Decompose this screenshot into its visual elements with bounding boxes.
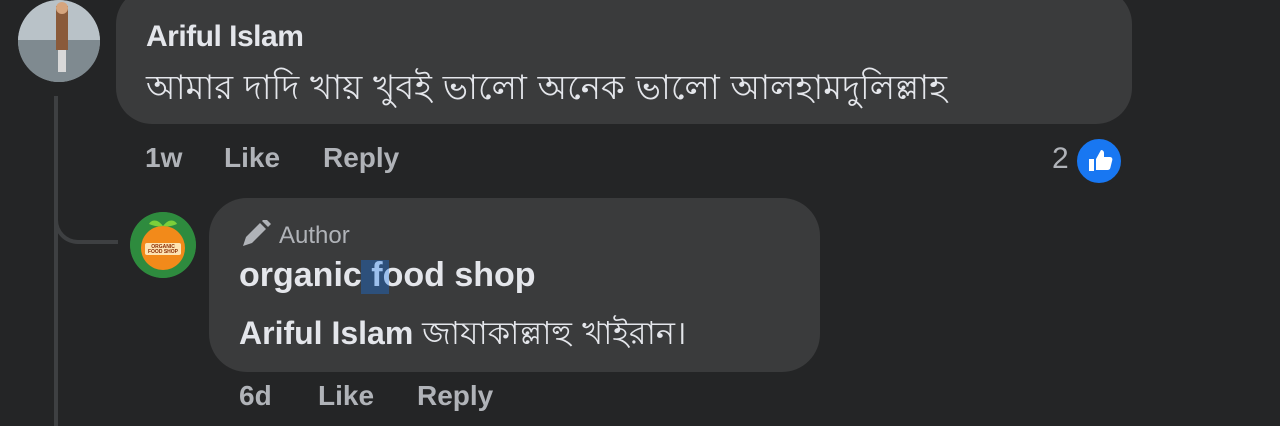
comment-bubble: Ariful Islam আমার দাদি খায় খুবই ভালো অন… xyxy=(116,0,1132,124)
avatar[interactable] xyxy=(18,0,100,82)
text-cursor xyxy=(361,260,389,294)
reply-message: জাযাকাল্লাহু খাইরান। xyxy=(422,314,687,352)
reply-button[interactable]: Reply xyxy=(417,380,493,412)
reaction-count: 2 xyxy=(1052,142,1069,175)
comment-text: আমার দাদি খায় খুবই ভালো অনেক ভালো আলহাম… xyxy=(146,68,947,108)
thread-line xyxy=(54,96,58,426)
like-button[interactable]: Like xyxy=(318,380,374,412)
comment-actions: 1w Like Reply xyxy=(145,142,1045,176)
mention-link[interactable]: Ariful Islam xyxy=(239,315,413,351)
reply-timestamp[interactable]: 6d xyxy=(239,380,272,412)
like-button[interactable]: Like xyxy=(224,142,280,174)
comment-timestamp[interactable]: 1w xyxy=(145,142,182,174)
reply-bubble: Author organic food shop Ariful Islam জা… xyxy=(209,198,820,372)
avatar-photo xyxy=(18,0,100,82)
pencil-icon xyxy=(243,220,271,246)
logo-text: ORGANIC FOOD SHOP xyxy=(147,244,178,255)
reaction-summary[interactable]: 2 xyxy=(1048,136,1128,186)
reply-actions: 6d Like Reply xyxy=(239,380,639,414)
reply-text: Ariful Islam জাযাকাল্লাহু খাইরান। xyxy=(239,308,686,362)
reply-button[interactable]: Reply xyxy=(323,142,399,174)
thread-branch xyxy=(54,210,118,244)
comment-author-name[interactable]: Ariful Islam xyxy=(146,20,304,54)
author-badge-label: Author xyxy=(279,222,350,249)
thumbs-up-icon xyxy=(1074,136,1124,186)
avatar[interactable]: ORGANIC FOOD SHOP xyxy=(130,212,196,278)
